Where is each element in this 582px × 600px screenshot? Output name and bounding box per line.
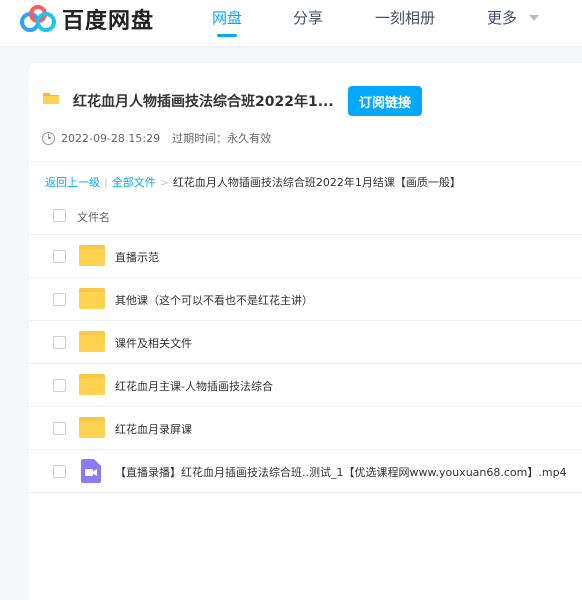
file-row[interactable]: 【直播录播】红花血月插画技法综合班..测试_1【优选课程网www.youxuan… (29, 450, 582, 493)
share-title: 红花血月人物插画技法综合班2022年1... (73, 94, 334, 110)
file-row[interactable]: 其他课（这个可以不看也不是红花主讲） (29, 278, 582, 321)
active-nav-indicator (217, 34, 237, 37)
file-name[interactable]: 直播示范 (115, 249, 159, 265)
nav-more[interactable]: 更多 (487, 7, 517, 28)
all-files-link[interactable]: 全部文件 (112, 174, 156, 190)
current-folder: 红花血月人物插画技法综合班2022年1月结课【画质一般】 (172, 176, 461, 189)
share-date: 2022-09-28 15:29 (61, 131, 161, 145)
back-link[interactable]: 返回上一级 (45, 174, 100, 190)
nav-netdisk[interactable]: 网盘 (212, 7, 242, 28)
top-bar: 百度网盘 网盘 分享 一刻相册 更多 (0, 0, 582, 46)
folder-icon (79, 417, 105, 438)
video-file-icon (81, 459, 101, 483)
folder-icon (79, 245, 105, 266)
file-name[interactable]: 红花血月主课-人物插画技法综合 (115, 378, 273, 394)
row-checkbox[interactable] (53, 336, 66, 349)
clock-icon (42, 131, 55, 145)
file-row[interactable]: 红花血月主课-人物插画技法综合 (29, 364, 582, 407)
row-checkbox[interactable] (53, 379, 66, 392)
file-name[interactable]: 【直播录播】红花血月插画技法综合班..测试_1【优选课程网www.youxuan… (115, 464, 567, 480)
folder-icon (79, 288, 105, 309)
share-panel: 红花血月人物插画技法综合班2022年1... 订阅链接 2022-09-28 1… (29, 63, 582, 600)
nav-share[interactable]: 分享 (293, 7, 323, 28)
row-checkbox[interactable] (53, 465, 66, 478)
breadcrumb-arrow: > (159, 175, 169, 189)
file-row[interactable]: 课件及相关文件 (29, 321, 582, 364)
folder-icon (43, 93, 59, 104)
file-row[interactable]: 直播示范 (29, 235, 582, 278)
divider (29, 161, 582, 162)
row-checkbox[interactable] (53, 422, 66, 435)
file-list-header: 文件名 (29, 197, 582, 235)
expire-time: 过期时间：永久有效 (172, 132, 272, 145)
file-name[interactable]: 课件及相关文件 (115, 335, 192, 351)
row-checkbox[interactable] (53, 250, 66, 263)
file-row[interactable]: 红花血月录屏课 (29, 407, 582, 450)
chevron-down-icon[interactable] (529, 15, 539, 21)
row-checkbox[interactable] (53, 293, 66, 306)
brand-name: 百度网盘 (62, 9, 155, 34)
folder-icon (79, 374, 105, 395)
subscribe-link-button[interactable]: 订阅链接 (348, 86, 422, 116)
file-name[interactable]: 其他课（这个可以不看也不是红花主讲） (115, 292, 313, 308)
nav-moments-album[interactable]: 一刻相册 (375, 7, 435, 28)
select-all-checkbox[interactable] (53, 209, 66, 222)
breadcrumb: 返回上一级 | 全部文件 > 红花血月人物插画技法综合班2022年1月结课【画质… (45, 174, 461, 190)
share-meta: 2022-09-28 15:29 过期时间：永久有效 (42, 130, 271, 146)
folder-icon (79, 331, 105, 352)
column-filename: 文件名 (77, 211, 110, 224)
breadcrumb-separator: | (104, 175, 108, 189)
cloud-logo-icon (20, 5, 56, 32)
baidu-netdisk-logo[interactable]: 百度网盘 (18, 3, 154, 35)
file-name[interactable]: 红花血月录屏课 (115, 421, 192, 437)
